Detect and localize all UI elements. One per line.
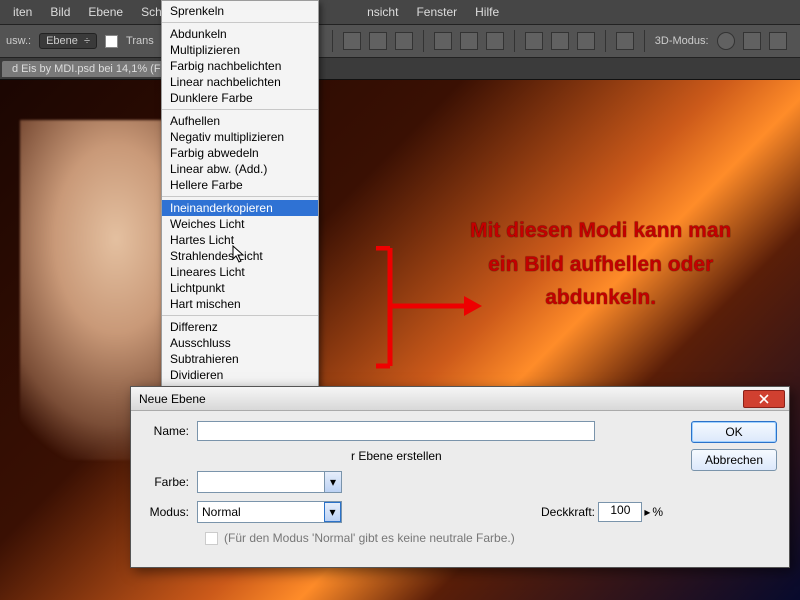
blend-mode-item[interactable]: Dunklere Farbe bbox=[162, 90, 318, 106]
trans-checkbox[interactable] bbox=[105, 35, 118, 48]
cancel-button[interactable]: Abbrechen bbox=[691, 449, 777, 471]
chevron-down-icon[interactable]: ▾ bbox=[324, 502, 341, 522]
dist-2-icon[interactable] bbox=[551, 32, 569, 50]
stepper-icon[interactable]: ▸ bbox=[642, 505, 652, 519]
menu-help[interactable]: Hilfe bbox=[466, 5, 508, 19]
below-layer-text: r Ebene erstellen bbox=[351, 449, 442, 463]
blend-mode-item[interactable]: Hart mischen bbox=[162, 296, 318, 312]
color-label: Farbe: bbox=[143, 475, 197, 489]
blend-mode-item[interactable]: Lineares Licht bbox=[162, 264, 318, 280]
mode-label: Modus: bbox=[143, 505, 197, 519]
opacity-unit: % bbox=[652, 505, 663, 519]
blend-mode-item[interactable]: Hellere Farbe bbox=[162, 177, 318, 193]
options-bar: usw.: Ebene ÷ Trans 3D-Modus: bbox=[0, 24, 800, 58]
blend-mode-item[interactable]: Weiches Licht bbox=[162, 216, 318, 232]
dist-1-icon[interactable] bbox=[525, 32, 543, 50]
menu-layer[interactable]: Ebene bbox=[79, 5, 132, 19]
mode-select[interactable]: Normal bbox=[197, 501, 342, 523]
3d-slide-icon[interactable] bbox=[769, 32, 787, 50]
blend-mode-item[interactable]: Linear nachbelichten bbox=[162, 74, 318, 90]
blend-mode-item[interactable]: Abdunkeln bbox=[162, 26, 318, 42]
blend-mode-item[interactable]: Farbig abwedeln bbox=[162, 145, 318, 161]
blend-mode-item[interactable]: Sprenkeln bbox=[162, 3, 318, 19]
trans-label: Trans bbox=[126, 35, 154, 47]
document-tab[interactable]: d Eis by MDI.psd bei 14,1% (Fa bbox=[2, 61, 177, 77]
align-bottom-icon[interactable] bbox=[395, 32, 413, 50]
3d-pan-icon[interactable] bbox=[743, 32, 761, 50]
align-right-icon[interactable] bbox=[486, 32, 504, 50]
blend-mode-item[interactable]: Linear abw. (Add.) bbox=[162, 161, 318, 177]
blend-mode-item[interactable]: Ineinanderkopieren bbox=[162, 200, 318, 216]
align-hcenter-icon[interactable] bbox=[460, 32, 478, 50]
chevron-down-icon[interactable]: ▾ bbox=[324, 472, 341, 492]
dialog-titlebar[interactable]: Neue Ebene bbox=[131, 387, 789, 411]
blend-mode-item[interactable]: Differenz bbox=[162, 319, 318, 335]
ok-button[interactable]: OK bbox=[691, 421, 777, 443]
dist-4-icon[interactable] bbox=[616, 32, 634, 50]
neutral-hint: (Für den Modus 'Normal' gibt es keine ne… bbox=[224, 531, 515, 545]
blend-mode-item[interactable]: Multiplizieren bbox=[162, 42, 318, 58]
usw-label: usw.: bbox=[6, 35, 31, 47]
menu-view[interactable]: nsicht bbox=[358, 5, 407, 19]
layer-dropdown[interactable]: Ebene ÷ bbox=[39, 33, 97, 49]
blend-mode-item[interactable]: Ausschluss bbox=[162, 335, 318, 351]
dialog-title: Neue Ebene bbox=[135, 392, 743, 406]
3d-orbit-icon[interactable] bbox=[717, 32, 735, 50]
opacity-input[interactable]: 100 bbox=[598, 502, 642, 522]
annotation-text: Mit diesen Modi kann man ein Bild aufhel… bbox=[470, 214, 731, 315]
align-top-icon[interactable] bbox=[343, 32, 361, 50]
blend-mode-item[interactable]: Negativ multiplizieren bbox=[162, 129, 318, 145]
neutral-checkbox bbox=[205, 532, 218, 545]
menu-image[interactable]: Bild bbox=[41, 5, 79, 19]
annotation-arrow bbox=[332, 246, 482, 376]
new-layer-dialog: Neue Ebene OK Abbrechen Name: r Ebene er… bbox=[130, 386, 790, 568]
opacity-label: Deckkraft: bbox=[541, 505, 595, 519]
blend-mode-item[interactable]: Aufhellen bbox=[162, 113, 318, 129]
blend-mode-item[interactable]: Subtrahieren bbox=[162, 351, 318, 367]
align-left-icon[interactable] bbox=[434, 32, 452, 50]
menu-bar: iten Bild Ebene Schrift nsicht Fenster H… bbox=[0, 0, 800, 24]
blend-mode-item[interactable]: Farbig nachbelichten bbox=[162, 58, 318, 74]
blend-mode-item[interactable]: Dividieren bbox=[162, 367, 318, 383]
menu-window[interactable]: Fenster bbox=[407, 5, 466, 19]
name-label: Name: bbox=[143, 424, 197, 438]
mouse-cursor-icon bbox=[232, 245, 246, 263]
color-select[interactable] bbox=[197, 471, 342, 493]
document-tab-bar: d Eis by MDI.psd bei 14,1% (Fa bbox=[0, 58, 800, 80]
dist-3-icon[interactable] bbox=[577, 32, 595, 50]
align-vcenter-icon[interactable] bbox=[369, 32, 387, 50]
name-input[interactable] bbox=[197, 421, 595, 441]
close-button[interactable] bbox=[743, 390, 785, 408]
blend-mode-item[interactable]: Lichtpunkt bbox=[162, 280, 318, 296]
menu-edit[interactable]: iten bbox=[4, 5, 41, 19]
close-icon bbox=[759, 394, 769, 404]
3d-mode-label: 3D-Modus: bbox=[655, 35, 709, 47]
